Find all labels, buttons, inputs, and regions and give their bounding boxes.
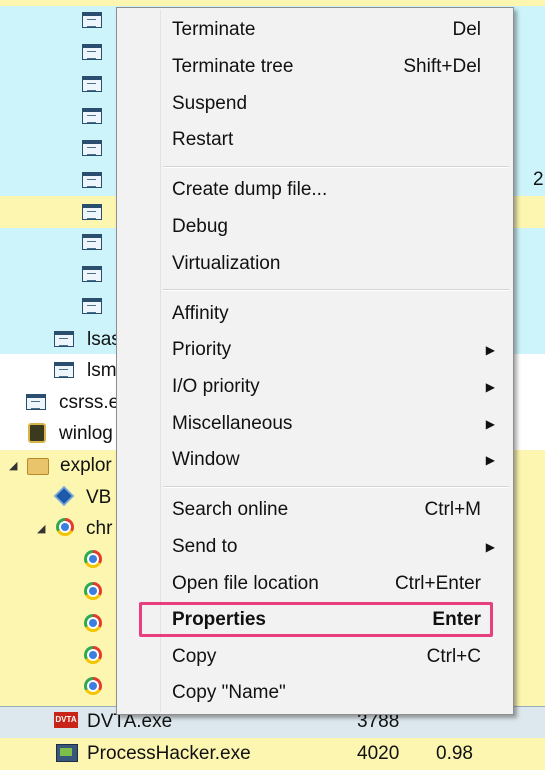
- process-name: chr: [86, 518, 113, 539]
- submenu-arrow-icon: ▶: [485, 453, 495, 467]
- collapse-arrow-icon[interactable]: ◢: [9, 459, 17, 472]
- lsm-icon: [54, 362, 74, 378]
- menu-item-shortcut: Del: [452, 19, 481, 40]
- svchost-icon: [82, 76, 102, 92]
- process-pid: 4020: [357, 743, 400, 764]
- process-name: csrss.e: [59, 392, 120, 413]
- menu-item-window[interactable]: Window ▶: [117, 442, 513, 478]
- svchost-icon: [82, 172, 102, 188]
- context-menu: Terminate Del Terminate tree Shift+Del S…: [116, 7, 514, 715]
- process-name: VB: [86, 487, 112, 508]
- chrome-icon: [84, 646, 102, 664]
- menu-separator: [163, 166, 509, 168]
- chrome-icon: [56, 518, 74, 536]
- svchost-icon: [82, 44, 102, 60]
- menu-item-label: Send to: [172, 536, 238, 557]
- menu-item-label: Copy: [172, 646, 217, 667]
- menu-item-io-priority[interactable]: I/O priority ▶: [117, 369, 513, 405]
- menu-item-send-to[interactable]: Send to ▶: [117, 529, 513, 565]
- menu-item-open-file-location[interactable]: Open file location Ctrl+Enter: [117, 566, 513, 602]
- menu-separator: [163, 486, 509, 488]
- process-cpu: 0.98: [436, 743, 473, 764]
- svchost-icon: [82, 204, 102, 220]
- menu-item-shortcut: Ctrl+M: [424, 499, 481, 520]
- svchost-icon: [82, 266, 102, 282]
- submenu-arrow-icon: ▶: [485, 417, 495, 431]
- svchost-icon: [82, 298, 102, 314]
- svchost-icon: [82, 140, 102, 156]
- collapse-arrow-icon[interactable]: ◢: [37, 522, 45, 535]
- menu-item-create-dump-file[interactable]: Create dump file...: [117, 172, 513, 208]
- process-name: ProcessHacker.exe: [87, 743, 251, 764]
- menu-item-label: Terminate tree: [172, 56, 294, 77]
- menu-item-search-online[interactable]: Search online Ctrl+M: [117, 492, 513, 528]
- menu-item-terminate-tree[interactable]: Terminate tree Shift+Del: [117, 49, 513, 85]
- folder-icon: [27, 458, 49, 475]
- menu-item-label: Open file location: [172, 573, 319, 594]
- menu-item-label: Create dump file...: [172, 179, 328, 200]
- menu-item-label: Debug: [172, 216, 228, 237]
- menu-item-copy[interactable]: Copy Ctrl+C: [117, 639, 513, 675]
- menu-item-label: Affinity: [172, 303, 229, 324]
- menu-item-debug[interactable]: Debug: [117, 209, 513, 245]
- menu-item-label: Window: [172, 449, 240, 470]
- svchost-icon: [82, 108, 102, 124]
- menu-item-label: Restart: [172, 129, 234, 150]
- menu-item-label: Virtualization: [172, 253, 281, 274]
- processhacker-icon: [56, 744, 78, 762]
- submenu-arrow-icon: ▶: [485, 540, 495, 554]
- chrome-icon: [84, 550, 102, 568]
- chrome-icon: [84, 677, 102, 695]
- menu-item-copy-name[interactable]: Copy "Name": [117, 675, 513, 711]
- svchost-icon: [82, 12, 102, 28]
- menu-item-label: Terminate: [172, 19, 256, 40]
- menu-item-suspend[interactable]: Suspend: [117, 86, 513, 122]
- menu-item-label: Search online: [172, 499, 289, 520]
- cell-value: 2: [533, 169, 544, 190]
- chrome-icon: [84, 614, 102, 632]
- menu-item-shortcut: Ctrl+Enter: [394, 573, 481, 594]
- lsass-icon: [54, 331, 74, 347]
- menu-item-affinity[interactable]: Affinity: [117, 296, 513, 332]
- winlogon-icon: [28, 423, 46, 443]
- menu-separator: [163, 289, 509, 291]
- menu-item-terminate[interactable]: Terminate Del: [117, 12, 513, 48]
- menu-item-restart[interactable]: Restart: [117, 122, 513, 158]
- menu-item-label: Suspend: [172, 93, 248, 114]
- svchost-icon: [82, 234, 102, 250]
- csrss-icon: [26, 394, 46, 410]
- menu-item-virtualization[interactable]: Virtualization: [117, 246, 513, 282]
- menu-item-label: Priority: [172, 339, 232, 360]
- properties-highlight: [139, 602, 493, 637]
- menu-item-shortcut: Shift+Del: [403, 56, 481, 77]
- process-name: explor: [60, 455, 112, 476]
- submenu-arrow-icon: ▶: [485, 380, 495, 394]
- menu-item-label: Miscellaneous: [172, 413, 293, 434]
- menu-item-label: Copy "Name": [172, 682, 286, 703]
- dvta-icon: DVTA: [54, 712, 78, 728]
- menu-item-label: I/O priority: [172, 376, 260, 397]
- menu-item-shortcut: Ctrl+C: [426, 646, 481, 667]
- menu-item-miscellaneous[interactable]: Miscellaneous ▶: [117, 406, 513, 442]
- chrome-icon: [84, 582, 102, 600]
- process-name: lsm: [87, 360, 117, 381]
- submenu-arrow-icon: ▶: [485, 343, 495, 357]
- menu-item-priority[interactable]: Priority ▶: [117, 332, 513, 368]
- process-name: winlog: [59, 423, 113, 444]
